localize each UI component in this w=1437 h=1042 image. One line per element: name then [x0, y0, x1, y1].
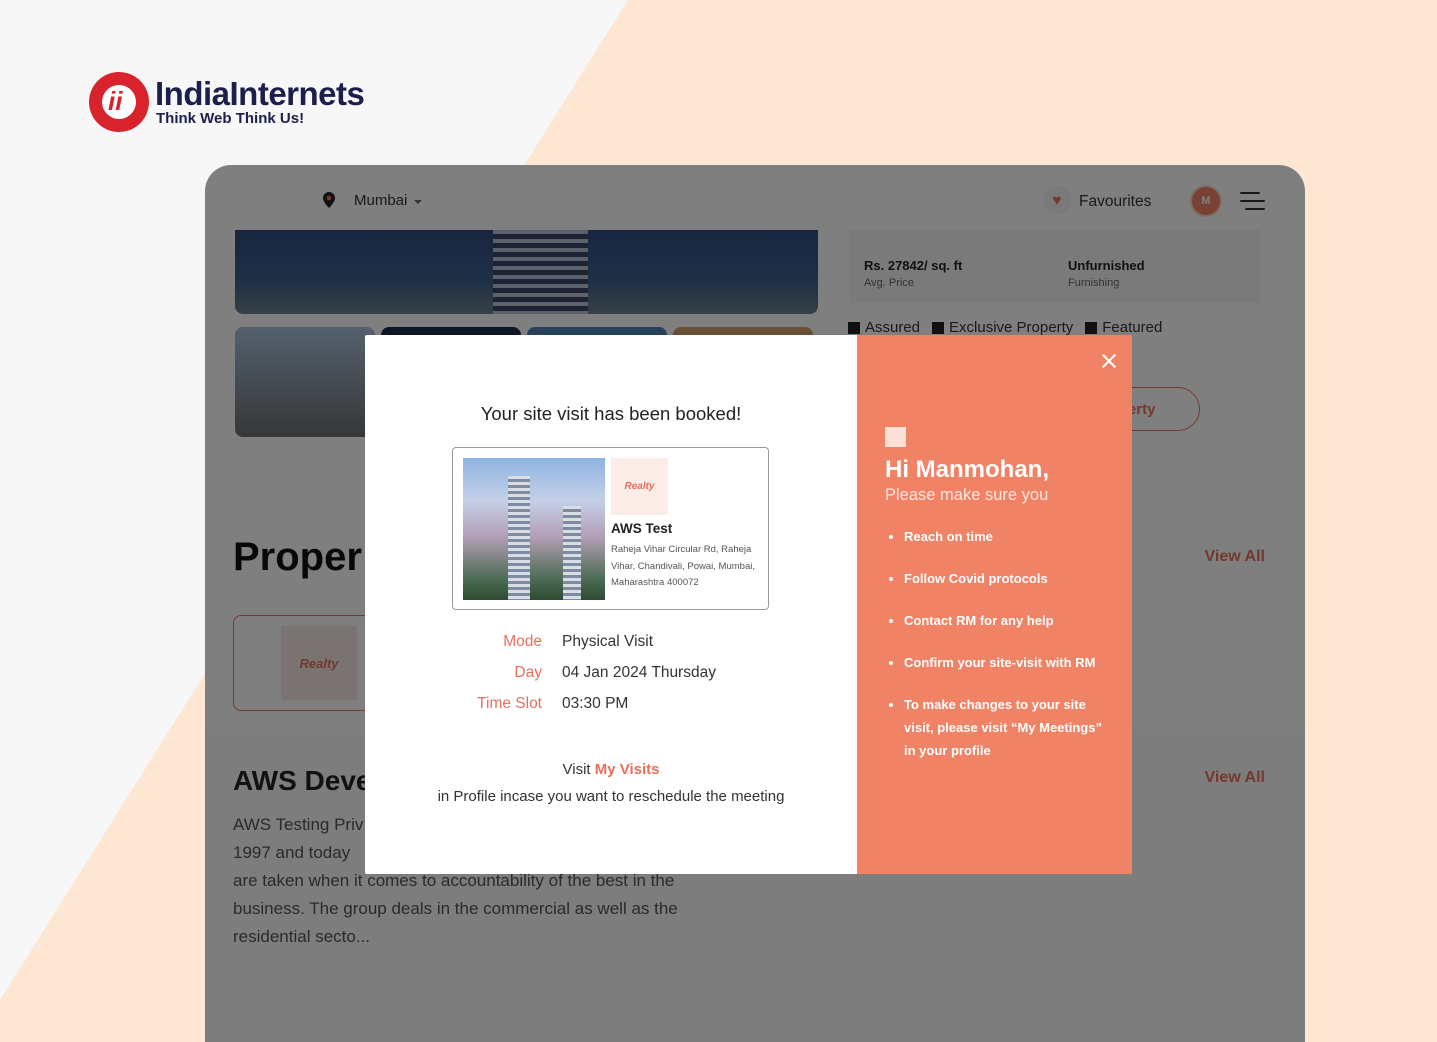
brand-mark-icon: ii: [89, 72, 149, 132]
brand-tagline: Think Web Think Us!: [156, 110, 305, 127]
booking-confirmation-modal: Your site visit has been booked! Realty …: [365, 335, 1132, 874]
list-item: Contact RM for any help: [904, 609, 1114, 632]
detail-value: 03:30 PM: [562, 695, 629, 712]
my-visits-link[interactable]: My Visits: [595, 761, 660, 778]
booked-property-card: Realty AWS Test Raheja Vihar Circular Rd…: [452, 447, 769, 610]
reschedule-note: Visit My Visits in Profile incase you wa…: [365, 756, 857, 810]
detail-value: Physical Visit: [562, 633, 654, 650]
modal-main-panel: Your site visit has been booked! Realty …: [365, 335, 857, 874]
detail-label: Mode: [503, 633, 542, 650]
property-image: [463, 458, 605, 600]
detail-label: Time Slot: [477, 695, 542, 712]
list-item: To make changes to your site visit, plea…: [904, 693, 1114, 762]
detail-label: Day: [514, 664, 542, 681]
decorative-square-icon: [885, 427, 906, 447]
modal-tips-panel: Hi Manmohan, Please make sure you Reach …: [857, 335, 1132, 874]
note-prefix: Visit: [562, 761, 595, 778]
property-address: Raheja Vihar Circular Rd, Raheja Vihar, …: [611, 544, 755, 588]
modal-title: Your site visit has been booked!: [480, 403, 742, 424]
list-item: Confirm your site-visit with RM: [904, 651, 1114, 674]
subgreeting: Please make sure you: [885, 486, 1049, 504]
brand-name: IndiaInternets: [155, 75, 365, 112]
detail-value: 04 Jan 2024 Thursday: [562, 664, 716, 681]
developer-logo: Realty: [611, 458, 668, 515]
checklist: Reach on time Follow Covid protocols Con…: [904, 525, 1114, 781]
list-item: Reach on time: [904, 525, 1114, 548]
property-name: AWS Test: [611, 521, 673, 536]
greeting: Hi Manmohan,: [885, 456, 1050, 483]
brand-logo: ii IndiaInternets Think Web Think Us!: [89, 72, 365, 132]
list-item: Follow Covid protocols: [904, 567, 1114, 590]
close-icon[interactable]: [1101, 353, 1117, 369]
note-suffix: in Profile incase you want to reschedule…: [437, 788, 785, 805]
